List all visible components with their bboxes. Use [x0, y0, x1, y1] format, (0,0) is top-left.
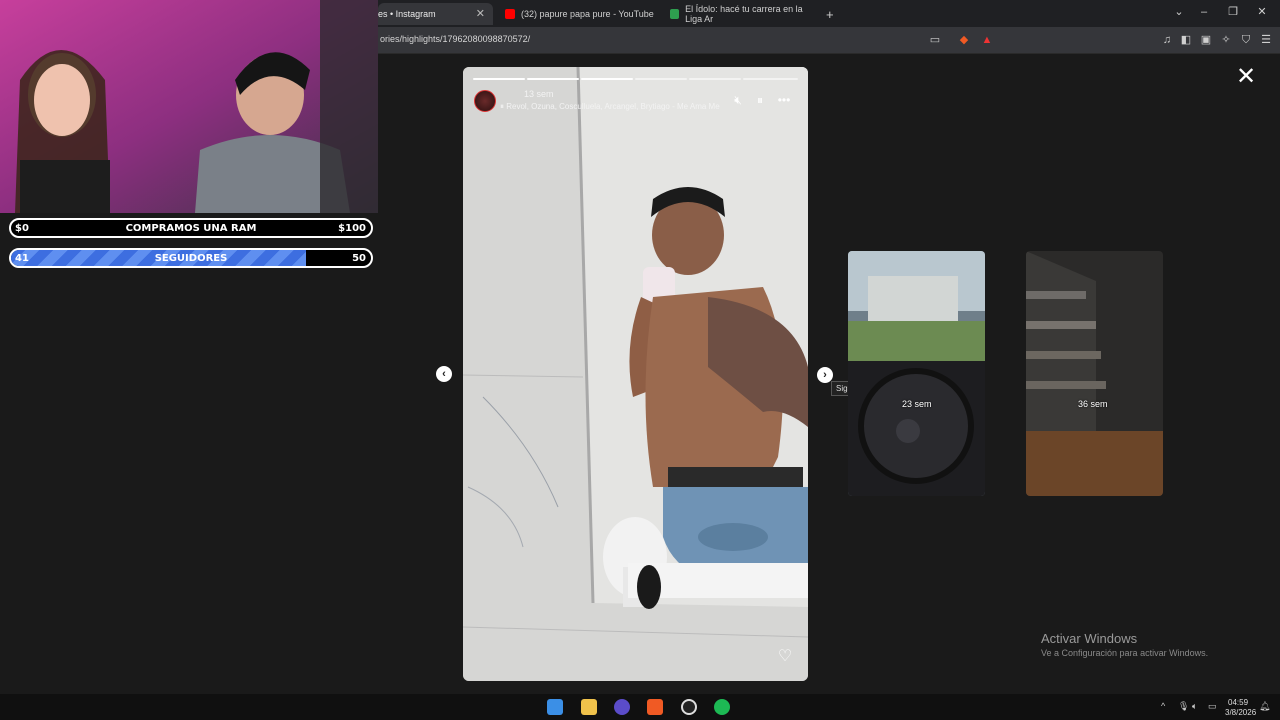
- followers-label: SEGUIDORES: [154, 253, 228, 264]
- story-preview[interactable]: 36 sem: [1026, 251, 1163, 496]
- webcam-image: [0, 0, 378, 213]
- clock-date[interactable]: 3/8/2026: [1225, 708, 1256, 717]
- story-music: ⏸ Revol, Ozuna, Cosculluela, Arcangel, B…: [500, 102, 720, 112]
- music-label: Revol, Ozuna, Cosculluela, Arcangel, Bry…: [506, 102, 720, 111]
- windows-start-icon[interactable]: [547, 699, 563, 715]
- minimize-icon[interactable]: –: [1197, 5, 1211, 19]
- rewards-icon[interactable]: ▲: [980, 33, 994, 47]
- preview-photo: [1026, 251, 1163, 496]
- brave-browser-icon[interactable]: [647, 699, 663, 715]
- preview-photo: [848, 251, 985, 496]
- goal-max: $100: [338, 223, 366, 234]
- previous-button[interactable]: ‹: [436, 366, 452, 382]
- webcam-feed: [0, 0, 378, 213]
- chevron-up-icon[interactable]: ^: [1161, 701, 1165, 711]
- heart-icon[interactable]: ♡: [775, 647, 795, 667]
- story-preview[interactable]: 23 sem: [848, 251, 985, 496]
- tab-youtube[interactable]: (32) papure papa pure - YouTube: [495, 3, 655, 25]
- app-icon[interactable]: [614, 699, 630, 715]
- story-time: 13 sem: [524, 89, 554, 99]
- story-progress: [527, 78, 579, 80]
- followers-bar: 41 SEGUIDORES 50: [9, 248, 373, 268]
- close-icon[interactable]: ✕: [1235, 65, 1257, 89]
- chevron-right-icon: ›: [823, 369, 827, 381]
- tab-instagram[interactable]: es • Instagram ✕: [378, 3, 493, 25]
- pause-icon[interactable]: ⏸︎: [752, 93, 768, 108]
- sidebar-icon[interactable]: ◧: [1179, 33, 1193, 47]
- avatar[interactable]: [474, 90, 496, 112]
- chevron-down-icon[interactable]: ⌄: [1172, 5, 1186, 19]
- goal-label: COMPRAMOS UNA RAM: [125, 223, 257, 234]
- obs-icon[interactable]: [681, 699, 697, 715]
- chevron-left-icon: ‹: [442, 368, 446, 380]
- maximize-icon[interactable]: ❐: [1226, 5, 1240, 19]
- activation-subtitle: Ve a Configuración para activar Windows.: [1041, 648, 1209, 658]
- activation-title: Activar Windows: [1041, 631, 1138, 646]
- site-icon: [670, 9, 680, 19]
- goal-bar: $0 COMPRAMOS UNA RAM $100: [9, 218, 373, 238]
- tab-label: El Ídolo: hacé tu carrera en la Liga Ar: [685, 4, 803, 24]
- story-progress: [581, 78, 633, 80]
- close-window-icon[interactable]: ✕: [1255, 5, 1269, 19]
- tab-el-idolo[interactable]: El Ídolo: hacé tu carrera en la Liga Ar: [660, 3, 820, 25]
- tab-label: es • Instagram: [378, 9, 436, 19]
- cast-icon[interactable]: ▭: [928, 33, 942, 47]
- youtube-icon: [505, 9, 515, 19]
- media-icon[interactable]: ♫: [1160, 33, 1174, 47]
- clock-time[interactable]: 04:59: [1228, 698, 1248, 707]
- followers-target: 50: [352, 253, 366, 264]
- file-explorer-icon[interactable]: [581, 699, 597, 715]
- story-photo: [463, 67, 808, 681]
- network-icon[interactable]: ▭: [1208, 701, 1217, 712]
- preview-time: 36 sem: [1078, 399, 1108, 409]
- notifications-icon[interactable]: 🔔︎: [1259, 701, 1270, 712]
- vpn-icon[interactable]: ⛉: [1239, 33, 1253, 47]
- spotify-icon[interactable]: [714, 699, 730, 715]
- story-progress: [689, 78, 741, 80]
- story-progress: [473, 78, 525, 80]
- taskbar: [0, 694, 1280, 720]
- menu-icon[interactable]: ☰: [1259, 33, 1273, 47]
- tab-label: (32) papure papa pure - YouTube: [521, 9, 654, 19]
- new-tab-button[interactable]: +: [826, 3, 840, 25]
- leo-icon[interactable]: ✧: [1219, 33, 1233, 47]
- mute-icon[interactable]: 🔇︎: [730, 93, 746, 108]
- story-progress: [635, 78, 687, 80]
- speaker-icon[interactable]: 🔈︎: [1192, 701, 1197, 712]
- close-icon[interactable]: ✕: [476, 7, 485, 20]
- brave-shield-icon[interactable]: ◆: [957, 33, 971, 47]
- preview-time: 23 sem: [902, 399, 932, 409]
- microphone-icon[interactable]: 🎙︎: [1178, 701, 1189, 712]
- url-field[interactable]: ories/highlights/17962080098870572/: [380, 34, 530, 44]
- wallet-icon[interactable]: ▣: [1199, 33, 1213, 47]
- more-options-icon[interactable]: •••: [776, 93, 792, 107]
- story-card[interactable]: 13 sem ⏸ Revol, Ozuna, Cosculluela, Arca…: [463, 67, 808, 681]
- story-progress: [743, 78, 798, 80]
